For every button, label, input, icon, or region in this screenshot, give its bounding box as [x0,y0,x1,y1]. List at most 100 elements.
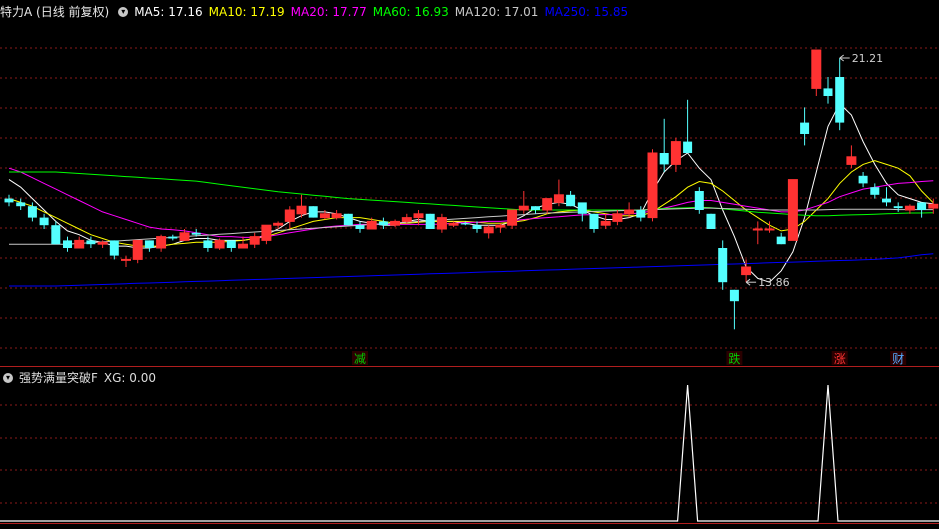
stock-title[interactable]: 特力A (日线 前复权) [0,5,109,19]
candle[interactable] [518,191,529,214]
candle[interactable] [741,259,752,283]
kline-chart[interactable]: 21.21 13.86 减 跌 涨 财 [0,0,939,529]
candle[interactable] [706,213,716,229]
candle[interactable] [284,206,295,229]
candle[interactable] [425,213,435,229]
candle-body [86,240,96,245]
candle[interactable] [507,209,518,229]
candle-body [109,240,119,256]
candle[interactable] [882,187,891,207]
candle-body [413,213,424,219]
candle[interactable] [308,206,318,218]
indicator-header: ▾ 强势满量突破F XG: 0.00 [0,369,162,387]
candle-body [261,224,272,241]
chevron-down-icon[interactable]: ▾ [3,372,13,383]
candle[interactable] [904,204,915,214]
candle-body [800,122,810,134]
candle-body [893,206,903,209]
candle[interactable] [647,149,658,222]
candle-body [531,206,540,210]
candle[interactable] [787,179,798,241]
candle[interactable] [63,236,72,252]
candle[interactable] [811,49,822,96]
candle[interactable] [553,179,564,207]
candle[interactable] [249,232,260,248]
candle[interactable] [542,198,553,214]
candle[interactable] [495,223,506,233]
ma-legend-item: MA250: 15.85 [544,5,629,19]
candle[interactable] [261,224,272,245]
candle[interactable] [121,255,131,267]
candle-body [636,210,646,218]
candle[interactable] [694,187,704,214]
candle-body [917,202,927,210]
candle-body [647,152,658,219]
chevron-down-icon[interactable]: ▾ [118,6,129,17]
event-marker-label: 减 [354,352,366,366]
candle[interactable] [823,77,833,104]
candle[interactable] [566,191,576,207]
event-marker[interactable]: 跌 [726,351,743,366]
candle[interactable] [4,194,14,207]
candle-body [659,153,669,165]
candle[interactable] [226,240,236,252]
candle[interactable] [612,210,623,226]
event-marker[interactable]: 减 [352,351,368,366]
event-marker[interactable]: 财 [890,351,907,366]
candle[interactable] [296,194,307,218]
candle[interactable] [472,221,482,233]
candle[interactable] [16,198,26,210]
candle[interactable] [718,240,728,290]
candle[interactable] [238,236,248,249]
candle-body [249,236,260,245]
candle-body [296,205,307,215]
candle[interactable] [144,240,154,252]
candle-body [97,241,108,245]
candle[interactable] [436,213,447,233]
candle-body [858,175,868,184]
candle[interactable] [132,239,143,264]
event-markers[interactable]: 减跌涨财 [352,351,907,366]
candle[interactable] [531,206,540,214]
candle[interactable] [378,217,388,229]
candle[interactable] [870,183,880,199]
candle-body [343,213,353,226]
candle[interactable] [846,145,857,169]
candle[interactable] [670,137,681,172]
candle-body [74,239,85,249]
candle[interactable] [401,213,412,224]
candle[interactable] [214,238,225,250]
candle[interactable] [659,118,669,172]
candle[interactable] [483,225,494,239]
candle[interactable] [168,234,178,241]
candle[interactable] [800,107,810,146]
candle-body [331,213,342,219]
candle[interactable] [74,236,85,249]
candle[interactable] [776,232,786,245]
candle[interactable] [917,202,927,218]
candle[interactable] [589,213,599,233]
candle[interactable] [343,213,353,226]
candle[interactable] [109,240,119,260]
candle[interactable] [835,58,845,131]
candle[interactable] [39,213,49,229]
event-marker[interactable]: 涨 [831,351,848,366]
candle[interactable] [600,213,611,229]
candle[interactable] [51,221,61,245]
candle-body [203,240,213,248]
candle[interactable] [355,221,365,233]
candle-body [390,220,401,226]
candle-body [51,225,61,245]
candle[interactable] [928,198,939,214]
candle[interactable] [729,289,739,330]
candle[interactable] [390,219,401,228]
candle[interactable] [156,234,167,252]
candle[interactable] [577,202,587,222]
candle[interactable] [858,172,868,188]
candle[interactable] [752,221,763,245]
candlestick-series[interactable] [4,49,939,330]
indicator-name[interactable]: 强势满量突破F [19,371,98,385]
candle-body [179,232,190,241]
candle[interactable] [893,202,903,212]
candle[interactable] [331,210,342,220]
